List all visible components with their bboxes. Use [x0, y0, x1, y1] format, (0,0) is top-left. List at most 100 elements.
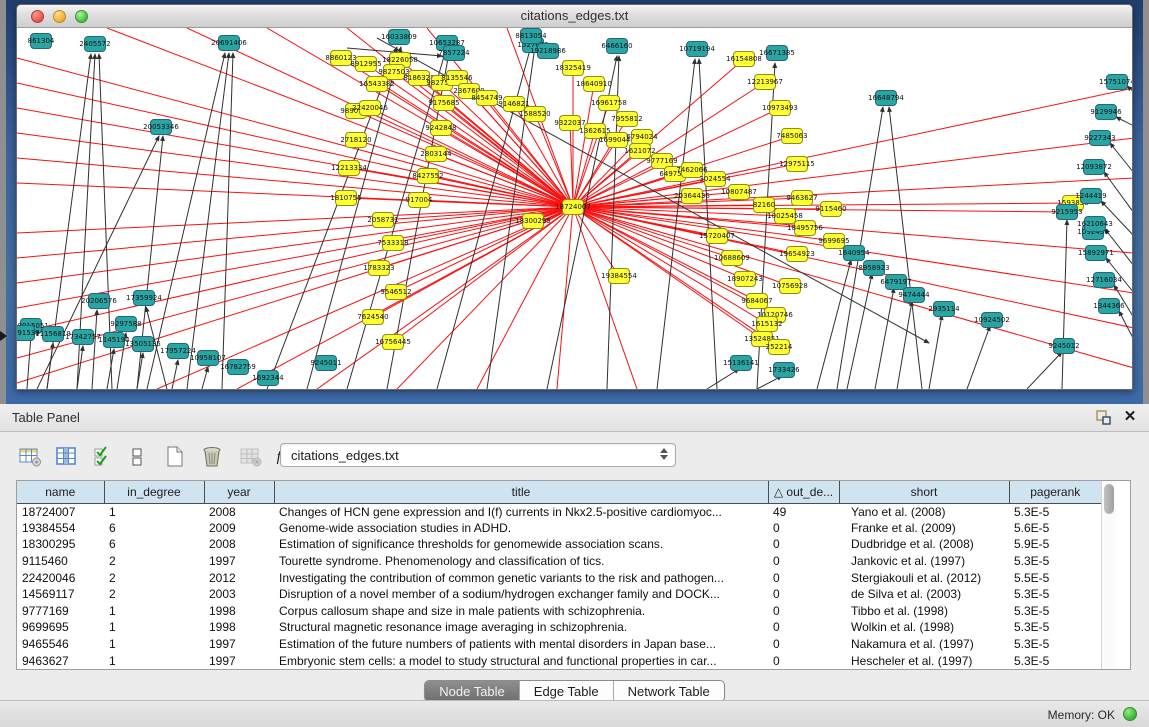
table-cell[interactable]: 0 [768, 603, 839, 620]
table-cell[interactable]: 5.6E-5 [1009, 520, 1101, 537]
graph-edge[interactable] [172, 360, 178, 389]
graph-edge[interactable] [1105, 229, 1132, 266]
graph-edge[interactable] [573, 138, 1132, 207]
table-cell[interactable]: 6 [104, 520, 204, 537]
graph-edge[interactable] [377, 84, 573, 207]
graph-edge[interactable] [875, 288, 894, 389]
table-select-dropdown[interactable]: citations_edges.txt [280, 443, 676, 467]
graph-edge[interactable] [847, 274, 872, 389]
tab-node-table[interactable]: Node Table [425, 681, 520, 701]
column-header[interactable]: short [839, 481, 1009, 503]
table-cell[interactable]: 14569117 [17, 586, 104, 603]
table-row[interactable]: 1938455462009Genome-wide association stu… [17, 520, 1101, 537]
table-cell[interactable]: Embryonic stem cells: a model to study s… [274, 652, 768, 669]
table-cell[interactable]: 2008 [204, 536, 274, 553]
table-cell[interactable]: 5.3E-5 [1009, 652, 1101, 669]
graph-edge[interactable] [92, 310, 97, 389]
table-cell[interactable]: 19384554 [17, 520, 104, 537]
table-row[interactable]: 2242004622012Investigating the contribut… [17, 569, 1101, 586]
graph-edge[interactable] [967, 326, 990, 389]
table-cell[interactable]: 0 [768, 619, 839, 636]
float-window-icon[interactable] [1095, 409, 1113, 427]
table-row[interactable]: 969969511998Structural magnetic resonanc… [17, 619, 1101, 636]
table-cell[interactable]: 18724007 [17, 503, 104, 520]
divider-arrow-icon[interactable] [0, 331, 7, 341]
graph-edge[interactable] [1110, 143, 1132, 173]
delete-table-button[interactable] [198, 442, 228, 472]
table-cell[interactable]: 2 [104, 569, 204, 586]
table-cell[interactable]: 0 [768, 636, 839, 653]
table-cell[interactable]: 5.3E-5 [1009, 603, 1101, 620]
graph-edge[interactable] [929, 315, 942, 389]
table-scrollbar-thumb[interactable] [1104, 484, 1114, 514]
table-cell[interactable]: 2 [104, 586, 204, 603]
network-window-titlebar[interactable]: citations_edges.txt [17, 5, 1132, 28]
graph-edge[interactable] [657, 59, 695, 389]
graph-edge[interactable] [573, 88, 1132, 207]
graph-edge[interactable] [202, 367, 208, 389]
table-cell[interactable]: Tibbo et al. (1998) [839, 603, 1009, 620]
graph-edge[interactable] [477, 207, 573, 389]
table-cell[interactable]: 0 [768, 520, 839, 537]
table-cell[interactable]: 9465546 [17, 636, 104, 653]
network-canvas[interactable]: 1872400788601238912955182260589827503165… [17, 28, 1132, 389]
graph-edge[interactable] [897, 301, 912, 389]
table-scrollbar[interactable] [1101, 481, 1116, 669]
table-cell[interactable]: Disruption of a novel member of a sodium… [274, 586, 768, 603]
table-cell[interactable]: 5.9E-5 [1009, 536, 1101, 553]
column-header[interactable]: name [17, 481, 104, 503]
table-cell[interactable]: Nakamura et al. (1997) [839, 636, 1009, 653]
graph-edge[interactable] [17, 207, 573, 258]
network-svg[interactable]: 1872400788601238912955182260589827503165… [17, 28, 1132, 389]
column-header[interactable]: title [274, 481, 768, 503]
table-cell[interactable]: 0 [768, 536, 839, 553]
table-cell[interactable]: 1998 [204, 619, 274, 636]
table-cell[interactable]: 5.3E-5 [1009, 553, 1101, 570]
table-cell[interactable]: 2003 [204, 586, 274, 603]
table-cell[interactable]: 18300295 [17, 536, 104, 553]
row-height-button[interactable] [122, 442, 152, 472]
table-row[interactable]: 946362711997Embryonic stem cells: a mode… [17, 652, 1101, 669]
table-cell[interactable]: Estimation of significance thresholds fo… [274, 536, 768, 553]
graph-edge[interactable] [1027, 352, 1062, 389]
table-row[interactable]: 1456911722003Disruption of a novel membe… [17, 586, 1101, 603]
table-cell[interactable]: 0 [768, 586, 839, 603]
table-cell[interactable]: 5.5E-5 [1009, 569, 1101, 586]
table-cell[interactable]: 0 [768, 652, 839, 669]
table-cell[interactable]: Hescheler et al. (1997) [839, 652, 1009, 669]
graph-edge[interactable] [187, 53, 229, 389]
table-cell[interactable]: 9777169 [17, 603, 104, 620]
table-cell[interactable]: 1 [104, 603, 204, 620]
table-cell[interactable]: 9115460 [17, 553, 104, 570]
graph-edge[interactable] [27, 335, 31, 389]
table-cell[interactable]: 22420046 [17, 569, 104, 586]
graph-edge[interactable] [557, 207, 573, 389]
table-cell[interactable]: 5.3E-5 [1009, 586, 1101, 603]
table-cell[interactable]: 0 [768, 569, 839, 586]
table-cell[interactable]: 1997 [204, 553, 274, 570]
table-cell[interactable]: 1997 [204, 652, 274, 669]
table-cell[interactable]: Changes of HCN gene expression and I(f) … [274, 503, 768, 520]
table-cell[interactable]: Investigating the contribution of common… [274, 569, 768, 586]
table-row[interactable]: 1872400712008Changes of HCN gene express… [17, 503, 1101, 520]
graph-edge[interactable] [17, 207, 573, 283]
table-cell[interactable]: 1998 [204, 603, 274, 620]
graph-edge[interactable] [1062, 220, 1067, 389]
table-cell[interactable]: 1 [104, 503, 204, 520]
table-cell[interactable]: 5.3E-5 [1009, 619, 1101, 636]
table-cell[interactable]: Dudbridge et al. (2008) [839, 536, 1009, 553]
table-cell[interactable]: Stergiakouli et al. (2012) [839, 569, 1009, 586]
graph-edge[interactable] [1116, 117, 1132, 126]
table-row[interactable]: 1830029562008Estimation of significance … [17, 536, 1101, 553]
tab-network-table[interactable]: Network Table [614, 681, 724, 701]
table-cell[interactable]: Estimation of the future numbers of pati… [274, 636, 768, 653]
close-panel-icon[interactable]: ✕ [1121, 407, 1139, 427]
table-row[interactable]: 946554611997Estimation of the future num… [17, 636, 1101, 653]
show-columns-button[interactable] [52, 442, 82, 472]
table-cell[interactable]: 1 [104, 636, 204, 653]
table-cell[interactable]: 9699695 [17, 619, 104, 636]
table-cell[interactable]: Yano et al. (2008) [839, 503, 1009, 520]
table-cell[interactable]: Genome-wide association studies in ADHD. [274, 520, 768, 537]
table-cell[interactable]: 5.3E-5 [1009, 503, 1101, 520]
graph-edge[interactable] [222, 53, 233, 389]
